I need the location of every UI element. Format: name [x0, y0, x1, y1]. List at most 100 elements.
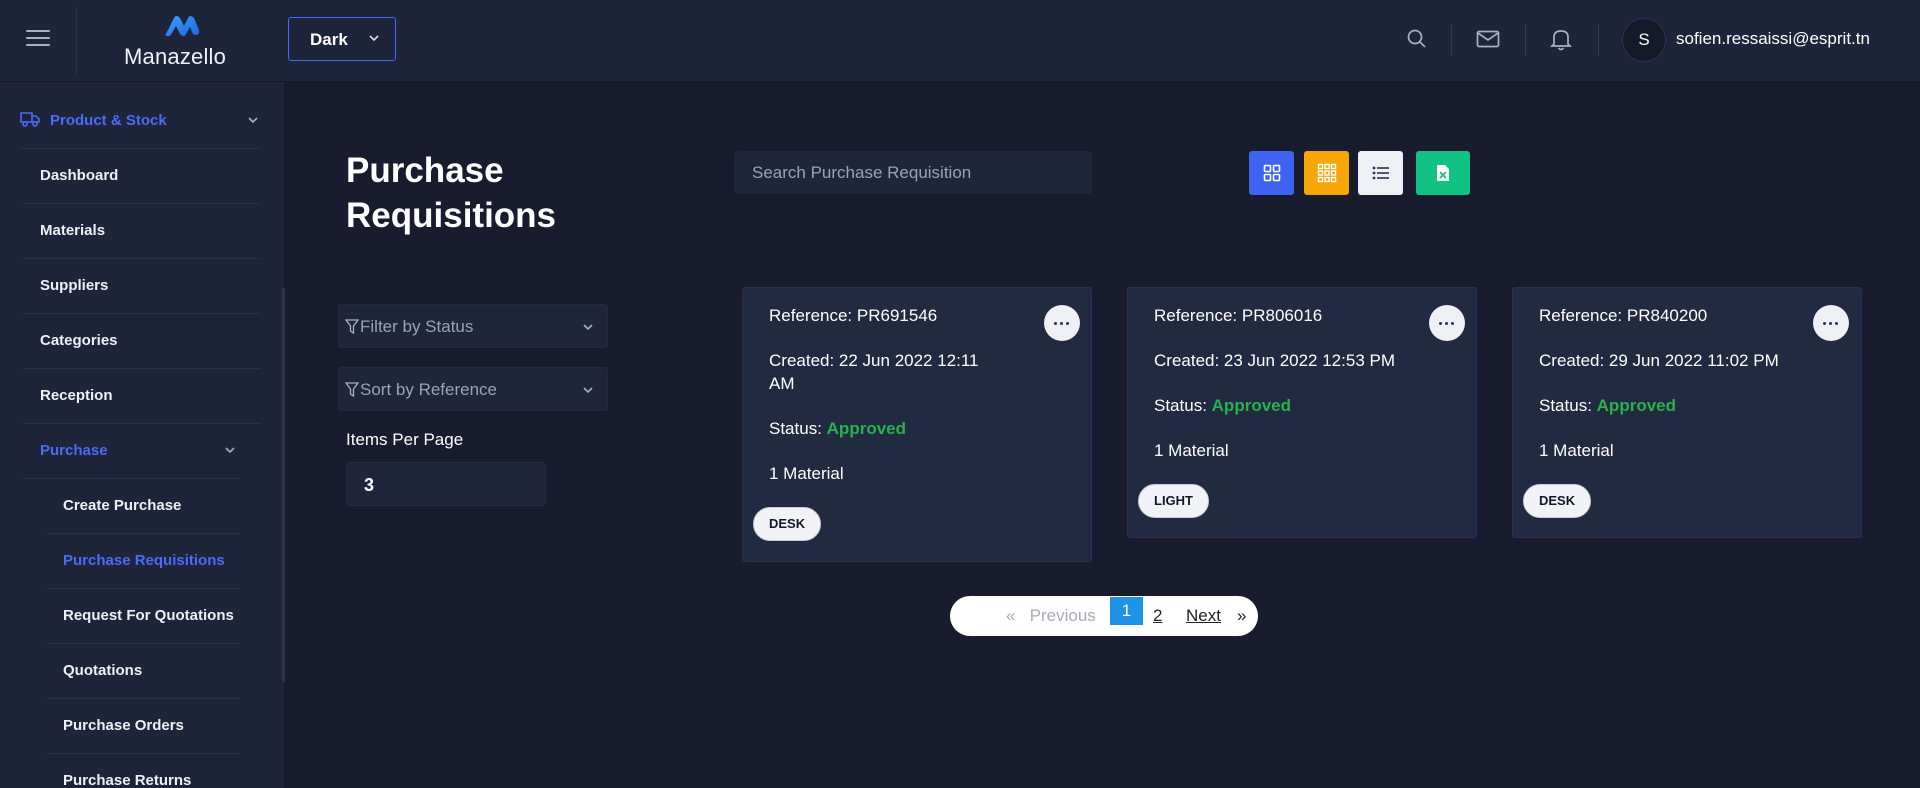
card-status-label: Status:: [1539, 396, 1592, 415]
sidebar-item-categories[interactable]: Categories: [23, 315, 260, 369]
sidebar-item-label: Purchase Requisitions: [63, 552, 225, 569]
sidebar-item-materials[interactable]: Materials: [23, 205, 260, 259]
search-box: [734, 151, 1092, 194]
list-icon: [1372, 166, 1389, 180]
page-title-line: Purchase: [346, 151, 504, 190]
header-separator: [1451, 24, 1452, 56]
requisition-card[interactable]: Reference: PR806016 Created: 23 Jun 2022…: [1127, 287, 1477, 538]
chevron-down-icon: [583, 387, 593, 394]
card-created: Created: 29 Jun 2022 11:02 PM: [1539, 351, 1779, 370]
card-reference: Reference: PR840200: [1539, 306, 1708, 325]
card-status-label: Status:: [769, 419, 822, 438]
sidebar-item-dashboard[interactable]: Dashboard: [23, 150, 260, 204]
status-filter-select[interactable]: Filter by Status: [338, 304, 608, 348]
material-tag: LIGHT: [1138, 484, 1209, 518]
sort-select[interactable]: Sort by Reference: [338, 367, 608, 411]
pagination-previous: « Previous: [1006, 606, 1096, 626]
card-status-value: Approved: [1211, 396, 1291, 415]
chevron-down-icon: [248, 117, 258, 124]
next-arrow[interactable]: »: [1237, 606, 1246, 626]
sidebar-item-suppliers[interactable]: Suppliers: [23, 260, 260, 314]
pagination: « Previous 1 2 Next »: [950, 596, 1258, 636]
sidebar-item-label: Dashboard: [40, 167, 119, 184]
previous-arrow: «: [1006, 606, 1016, 625]
export-excel-button[interactable]: [1416, 151, 1470, 195]
logo-text: Manazello: [124, 44, 227, 69]
card-reference: Reference: PR806016: [1154, 306, 1323, 325]
card-created-suffix: AM: [769, 374, 795, 393]
card-created: Created: 22 Jun 2022 12:11: [769, 351, 979, 370]
search-icon[interactable]: [1404, 26, 1430, 52]
sidebar-item-purchase[interactable]: Purchase: [23, 425, 240, 479]
excel-icon: [1437, 165, 1449, 181]
hamburger-menu-icon[interactable]: [26, 30, 50, 48]
card-status-label: Status:: [1154, 396, 1207, 415]
pagination-page-current[interactable]: 1: [1110, 597, 1143, 625]
sidebar-item-reception[interactable]: Reception: [23, 370, 260, 424]
items-per-page-input[interactable]: 3: [346, 462, 546, 506]
card-status-value: Approved: [826, 419, 906, 438]
grid-view-button[interactable]: [1249, 151, 1294, 195]
sidebar-item-purchase-requisitions[interactable]: Purchase Requisitions: [46, 535, 240, 589]
pagination-page-2[interactable]: 2: [1153, 606, 1162, 626]
sidebar-item-purchase-returns[interactable]: Purchase Returns: [46, 755, 240, 788]
requisition-card[interactable]: Reference: PR691546 Created: 22 Jun 2022…: [742, 287, 1092, 562]
grid-3x3-icon: [1317, 163, 1336, 183]
sidebar-section-product-stock[interactable]: Product & Stock: [20, 95, 260, 149]
card-more-button[interactable]: [1044, 305, 1080, 341]
theme-select[interactable]: Dark: [288, 17, 396, 61]
sidebar-scrollbar[interactable]: [282, 288, 285, 682]
user-email[interactable]: sofien.ressaissi@esprit.tn: [1676, 29, 1870, 49]
search-input[interactable]: [734, 151, 1092, 194]
top-header: Manazello Dark S sofien.ressaissi@esprit…: [0, 0, 1920, 82]
sidebar-item-create-purchase[interactable]: Create Purchase: [46, 480, 240, 534]
material-tag: DESK: [753, 507, 822, 541]
card-status: Status: Approved: [1539, 396, 1676, 416]
header-separator: [1598, 24, 1599, 56]
sidebar-item-label: Purchase Returns: [63, 772, 192, 788]
sidebar-item-label: Create Purchase: [63, 497, 182, 514]
sidebar-item-label: Request For Quotations: [63, 607, 234, 624]
list-view-button[interactable]: [1358, 151, 1403, 195]
requisition-card[interactable]: Reference: PR840200 Created: 29 Jun 2022…: [1512, 287, 1862, 538]
grid-2x2-icon: [1263, 164, 1280, 182]
avatar[interactable]: S: [1622, 18, 1666, 62]
header-divider: [76, 6, 77, 76]
card-reference: Reference: PR691546: [769, 306, 938, 325]
sidebar-item-purchase-orders[interactable]: Purchase Orders: [46, 700, 240, 754]
card-created: Created: 23 Jun 2022 12:53 PM: [1154, 351, 1395, 370]
chevron-down-icon: [369, 35, 379, 42]
status-filter-placeholder: Filter by Status: [360, 317, 474, 336]
sidebar-item-label: Quotations: [63, 662, 143, 679]
card-status: Status: Approved: [1154, 396, 1291, 416]
pagination-next[interactable]: Next: [1186, 606, 1221, 626]
sidebar-item-label: Reception: [40, 387, 113, 404]
sidebar-item-label: Categories: [40, 332, 118, 349]
card-status-value: Approved: [1596, 396, 1676, 415]
sort-placeholder: Sort by Reference: [360, 380, 498, 399]
filter-icon: [345, 382, 359, 398]
items-per-page-label: Items Per Page: [346, 430, 464, 449]
card-more-button[interactable]: [1813, 305, 1849, 341]
filter-icon: [345, 319, 359, 335]
sidebar: Product & Stock Dashboard Materials Supp…: [0, 82, 284, 788]
card-materials: 1 Material: [1539, 441, 1614, 460]
mail-icon[interactable]: [1475, 26, 1501, 52]
sidebar-item-request-for-quotations[interactable]: Request For Quotations: [46, 590, 240, 644]
card-more-button[interactable]: [1429, 305, 1465, 341]
truck-icon: [20, 112, 40, 127]
theme-select-value: Dark: [310, 30, 348, 49]
items-per-page-value: 3: [364, 475, 375, 495]
card-status: Status: Approved: [769, 419, 906, 439]
chevron-down-icon: [583, 324, 593, 331]
sidebar-item-label: Purchase Orders: [63, 717, 184, 734]
page-title-line: Requisitions: [346, 196, 557, 235]
bell-icon[interactable]: [1548, 26, 1574, 52]
sidebar-item-label: Purchase: [40, 442, 108, 459]
app-logo[interactable]: Manazello: [118, 8, 248, 72]
compact-grid-view-button[interactable]: [1304, 151, 1349, 195]
previous-label: Previous: [1029, 606, 1096, 625]
card-materials: 1 Material: [1154, 441, 1229, 460]
chevron-down-icon: [225, 447, 235, 454]
sidebar-item-quotations[interactable]: Quotations: [46, 645, 240, 699]
